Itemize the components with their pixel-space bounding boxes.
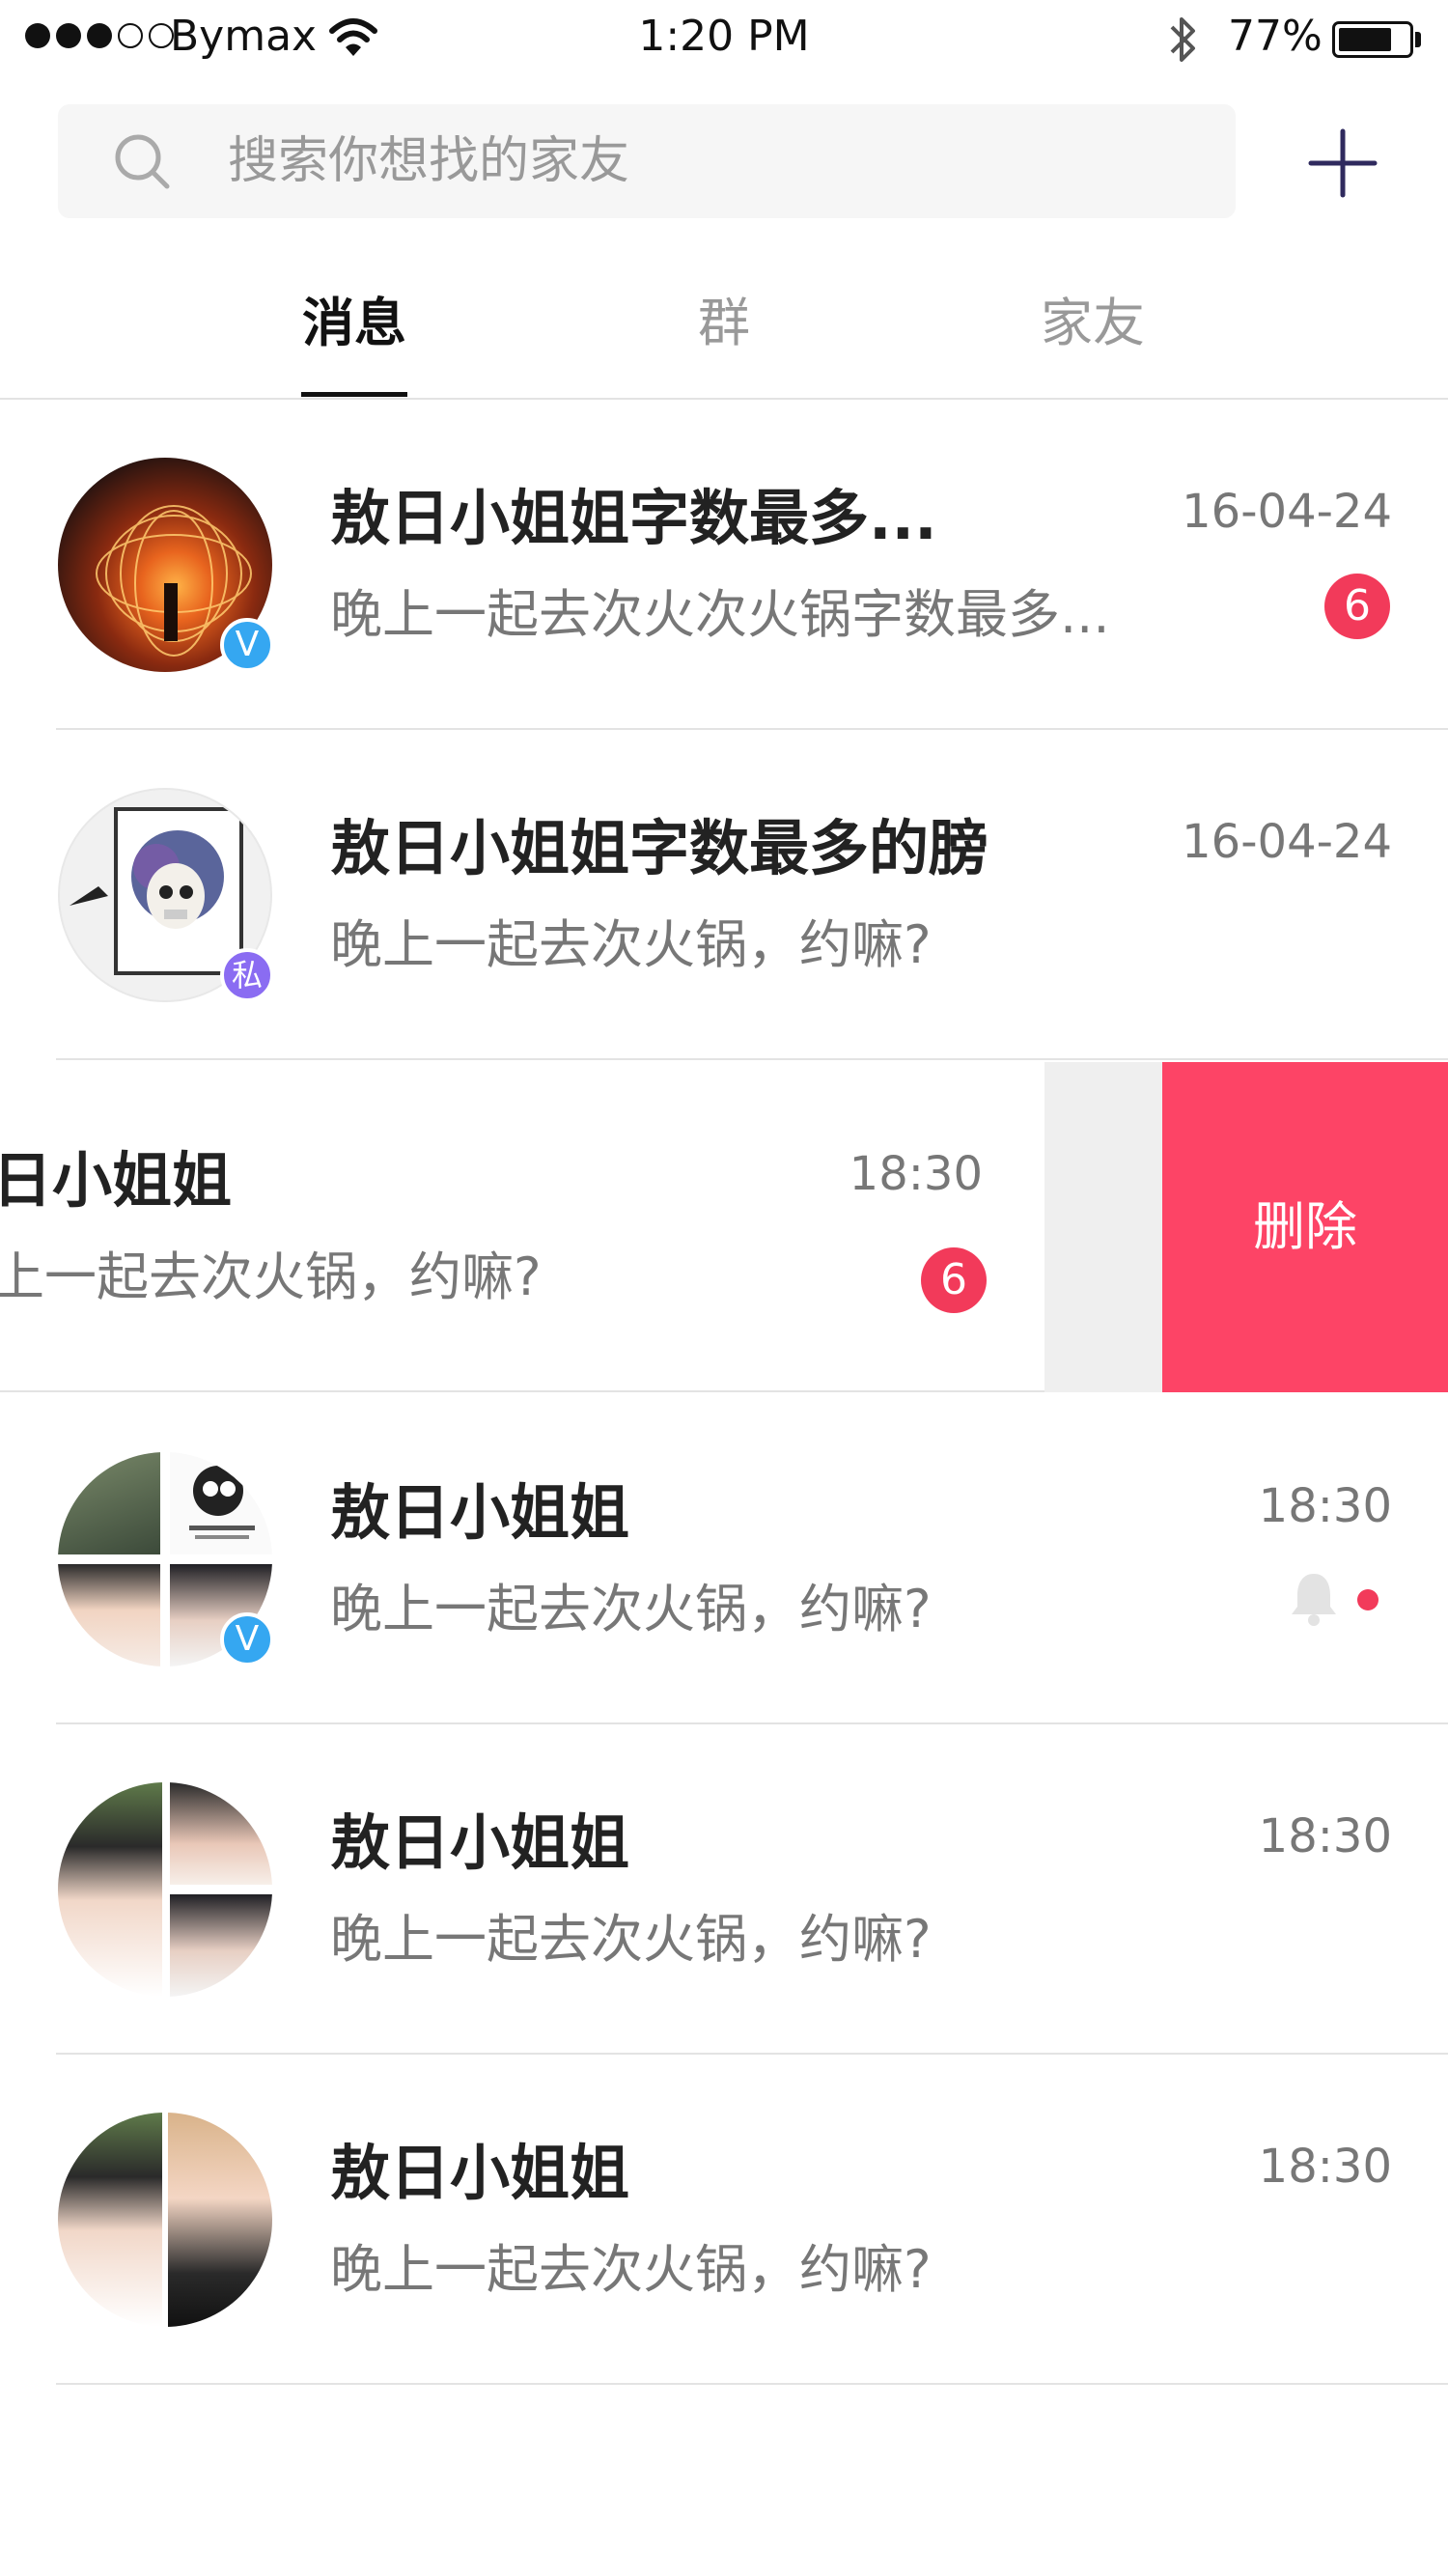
conversation-preview: 上一起去次火锅，约嘛? <box>0 1246 542 1307</box>
conversation-preview: 晚上一起去次火锅，约嘛? <box>330 914 932 975</box>
battery-icon <box>1332 21 1413 58</box>
tab-active-indicator <box>301 392 407 397</box>
conversation-name: 日小姐姐 <box>0 1145 233 1216</box>
conversation-row[interactable]: V 敖日小姐姐字数最多... 晚上一起去次火次火锅字数最多... 16-04-2… <box>0 400 1448 730</box>
conversation-preview: 晚上一起去次火锅，约嘛? <box>330 1579 932 1639</box>
group-avatar <box>58 2113 272 2327</box>
muted-bell-icon <box>1292 1574 1336 1626</box>
conversation-name: 敖日小姐姐 <box>330 1807 630 1878</box>
private-badge-icon: 私 <box>220 948 274 1002</box>
bluetooth-icon <box>1170 17 1195 62</box>
tab-groups[interactable]: 群 <box>608 280 840 356</box>
conversation-row[interactable]: 敖日小姐姐 晚上一起去次火锅，约嘛? 18:30 <box>0 2055 1448 2385</box>
conversation-name: 敖日小姐姐 <box>330 2138 630 2208</box>
swiped-content[interactable]: 日小姐姐 上一起去次火锅，约嘛? 18:30 6 <box>0 1062 1044 1392</box>
conversation-row[interactable]: 敖日小姐姐 晚上一起去次火锅，约嘛? 18:30 <box>0 1724 1448 2055</box>
conversation-row[interactable]: V 敖日小姐姐 晚上一起去次火锅，约嘛? 18:30 <box>0 1394 1448 1724</box>
battery-cap <box>1415 32 1421 47</box>
swipe-action-spacer <box>1044 1062 1162 1392</box>
conversation-preview: 晚上一起去次火锅，约嘛? <box>330 2239 932 2300</box>
conversation-preview: 晚上一起去次火锅，约嘛? <box>330 1909 932 1970</box>
search-icon <box>115 134 170 189</box>
battery-percent: 77% <box>1228 12 1323 61</box>
row-divider <box>0 1390 1044 1392</box>
conversation-name: 敖日小姐姐 <box>330 1477 630 1548</box>
verified-badge-icon: V <box>220 1612 274 1666</box>
tab-messages[interactable]: 消息 <box>238 280 470 356</box>
conversation-name: 敖日小姐姐字数最多的膀 <box>330 813 989 883</box>
search-bar[interactable] <box>58 104 1236 218</box>
tab-friends[interactable]: 家友 <box>977 280 1209 356</box>
search-input[interactable] <box>228 131 1097 191</box>
conversation-row-swiped[interactable]: 删除 日小姐姐 上一起去次火锅，约嘛? 18:30 6 <box>0 1062 1448 1392</box>
unread-count-badge: 6 <box>921 1247 987 1313</box>
unread-count-badge: 6 <box>1324 574 1390 639</box>
conversation-row[interactable]: 私 敖日小姐姐字数最多的膀 晚上一起去次火锅，约嘛? 16-04-24 <box>0 730 1448 1060</box>
row-divider <box>56 2383 1448 2385</box>
conversation-name: 敖日小姐姐字数最多... <box>330 483 937 553</box>
verified-badge-icon: V <box>220 618 274 672</box>
add-plus-icon[interactable] <box>1305 126 1380 201</box>
conversation-time: 16-04-24 <box>1182 815 1392 869</box>
row-divider <box>56 1058 1448 1060</box>
conversation-time: 18:30 <box>1258 2140 1392 2194</box>
conversation-time: 18:30 <box>849 1147 983 1201</box>
delete-button[interactable]: 删除 <box>1162 1062 1448 1392</box>
conversation-preview: 晚上一起去次火次火锅字数最多... <box>330 584 1110 645</box>
group-avatar <box>58 1782 272 1997</box>
status-bar: Bymax 1:20 PM 77% <box>0 0 1448 79</box>
conversation-time: 18:30 <box>1258 1809 1392 1863</box>
conversation-time: 16-04-24 <box>1182 485 1392 539</box>
unread-dot <box>1357 1589 1378 1610</box>
conversation-time: 18:30 <box>1258 1479 1392 1533</box>
